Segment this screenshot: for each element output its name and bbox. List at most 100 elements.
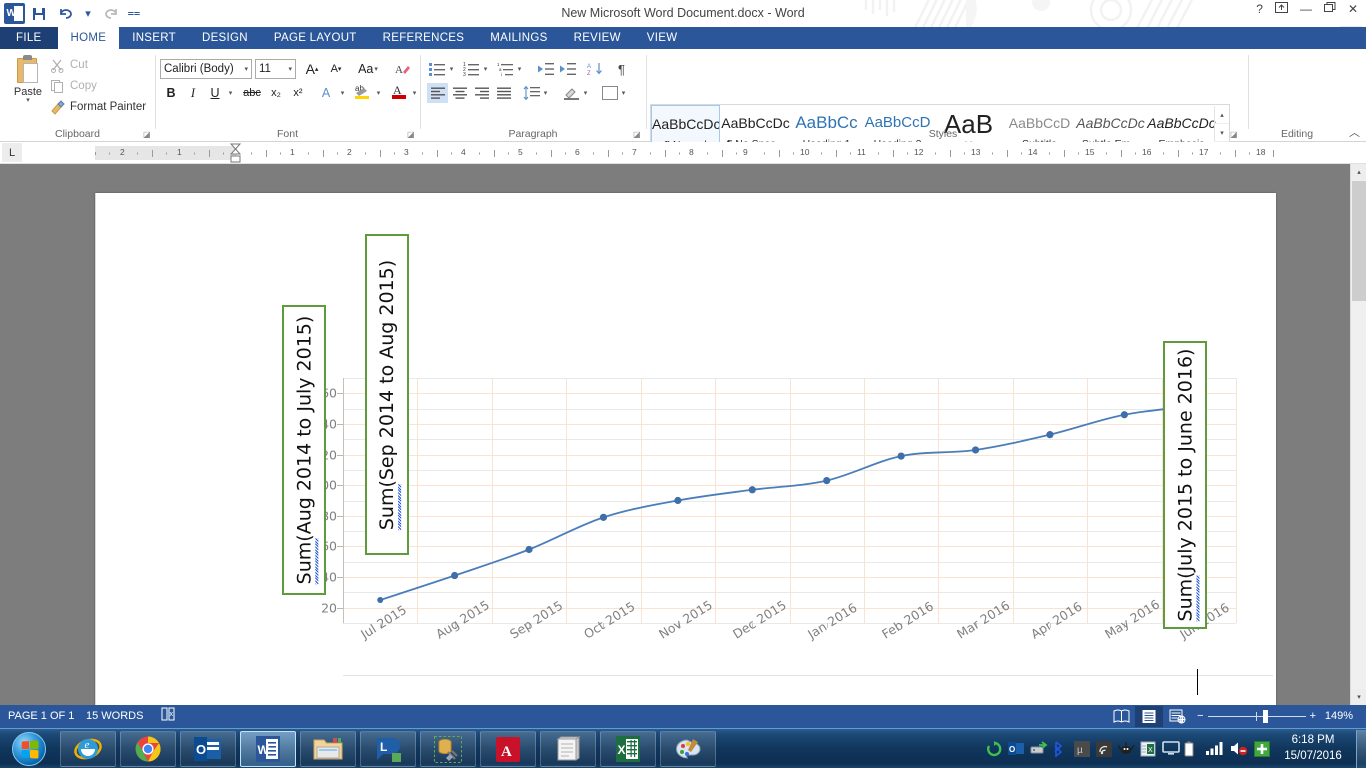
numbering-dropdown-icon[interactable]: ▾ [479,59,491,79]
data-point[interactable] [748,486,756,494]
taskbar-internet-explorer[interactable]: e [60,731,116,767]
decrease-indent-icon[interactable] [535,59,556,79]
volume-muted-icon[interactable] [1230,741,1248,757]
taskbar-word[interactable]: W [240,731,296,767]
tab-references[interactable]: REFERENCES [370,27,478,49]
justify-icon[interactable] [493,83,514,103]
data-point[interactable] [599,513,608,521]
taskbar-notepad[interactable] [540,731,596,767]
paragraph-dialog-launcher[interactable]: ◪ [633,130,642,139]
data-point[interactable] [525,545,533,554]
scroll-up-icon[interactable]: ▴ [1351,164,1366,180]
align-center-icon[interactable] [449,83,470,103]
chevron-down-icon[interactable]: ▾ [288,60,292,80]
scrollbar-thumb[interactable] [1352,181,1366,301]
help-button[interactable]: ? [1256,2,1263,16]
excel-tray-icon[interactable]: X [1140,741,1156,757]
taskbar-adobe-reader[interactable]: A [480,731,536,767]
taskbar-google-chrome[interactable] [120,731,176,767]
show-desktop-button[interactable] [1356,730,1366,768]
highlight-button[interactable]: ab [352,81,374,101]
scroll-down-icon[interactable]: ▾ [1351,689,1366,705]
tab-page-layout[interactable]: PAGE LAYOUT [261,27,370,49]
print-layout-icon[interactable] [1135,706,1164,727]
clear-formatting-icon[interactable]: A [392,59,414,79]
restore-button[interactable] [1323,2,1336,16]
tab-file[interactable]: FILE [0,27,58,49]
zoom-level[interactable]: 149% [1316,705,1362,728]
bold-button[interactable]: B [162,83,180,103]
data-point[interactable] [1120,411,1128,419]
tab-mailings[interactable]: MAILINGS [477,27,560,49]
underline-dropdown-icon[interactable]: ▾ [224,83,236,103]
format-painter-button[interactable]: Format Painter [50,97,146,117]
annotation-box-1[interactable]: Sum(Aug 2014 to July 2015) [282,305,326,595]
line-spacing-dropdown-icon[interactable]: ▾ [539,83,551,103]
font-color-dropdown-icon[interactable]: ▾ [408,83,420,103]
update-icon[interactable] [1254,741,1270,757]
proofing-errors-icon[interactable]: x [160,705,176,728]
battery-icon[interactable] [1184,741,1200,757]
annotation-box-2[interactable]: Sum(Sep 2014 to Aug 2015) [365,234,409,555]
read-mode-icon[interactable] [1107,706,1135,727]
align-right-icon[interactable] [471,83,492,103]
taskbar-outlook[interactable]: O [180,731,236,767]
horizontal-ruler[interactable]: 2 1 1 2 3 4 5 6 7 8 9 10 11 12 13 14 15 … [95,143,1275,163]
taskbar-file-explorer[interactable] [300,731,356,767]
tab-view[interactable]: VIEW [634,27,691,49]
tab-design[interactable]: DESIGN [189,27,261,49]
zoom-thumb[interactable] [1262,710,1268,723]
taskbar-excel[interactable]: X [600,731,656,767]
clock[interactable]: 6:18 PM 15/07/2016 [1276,732,1350,764]
data-point[interactable] [1046,431,1054,439]
data-point[interactable] [897,452,905,460]
vertical-scrollbar[interactable]: ▴ ▾ [1350,164,1366,705]
font-name-combo[interactable]: Calibri (Body) ▾ [160,59,252,79]
borders-dropdown-icon[interactable]: ▾ [617,83,629,103]
shading-dropdown-icon[interactable]: ▾ [579,83,591,103]
underline-button[interactable]: U [206,83,224,103]
align-left-icon[interactable] [427,83,448,103]
subscript-button[interactable]: x₂ [266,83,286,103]
zoom-out-button[interactable]: − [1197,705,1203,728]
minimize-button[interactable]: — [1300,2,1312,16]
cut-button[interactable]: Cut [50,55,88,75]
sync-icon[interactable] [986,741,1002,757]
web-layout-icon[interactable] [1163,706,1191,727]
bluetooth-icon[interactable] [1052,741,1068,758]
page-indicator[interactable]: PAGE 1 OF 1 [8,705,74,728]
utorrent-icon[interactable]: µ [1074,741,1090,757]
styles-dialog-launcher[interactable]: ◪ [1230,130,1239,139]
sort-icon[interactable]: AZ [585,59,606,79]
taskbar-lync[interactable]: L [360,731,416,767]
bullets-dropdown-icon[interactable]: ▾ [445,59,457,79]
paste-dropdown-icon[interactable]: ▾ [8,97,48,104]
data-point[interactable] [823,476,831,485]
taskbar-paint[interactable] [660,731,716,767]
collapse-ribbon-icon[interactable]: ︿ [1349,124,1360,140]
ribbon-display-options-icon[interactable] [1274,2,1288,16]
font-dialog-launcher[interactable]: ◪ [407,130,416,139]
indent-markers[interactable] [229,143,243,165]
data-point[interactable] [971,446,980,454]
zoom-slider[interactable] [1207,705,1306,728]
multilevel-dropdown-icon[interactable]: ▾ [513,59,525,79]
wifi-signal-icon[interactable] [1096,741,1112,757]
shrink-font-button[interactable]: A ▾ [326,59,346,79]
superscript-button[interactable]: x² [288,83,308,103]
chevron-down-icon[interactable]: ▾ [244,60,248,80]
change-case-button[interactable]: Aa ▾ [353,59,383,79]
tab-home[interactable]: HOME [57,27,120,49]
paste-button[interactable]: Paste ▾ [8,53,48,115]
word-count[interactable]: 15 WORDS [86,705,143,728]
clipboard-dialog-launcher[interactable]: ◪ [143,130,152,139]
tab-review[interactable]: REVIEW [561,27,634,49]
start-button[interactable] [2,730,56,768]
taskbar-sql-tools[interactable] [420,731,476,767]
copy-button[interactable]: Copy [50,76,97,96]
increase-indent-icon[interactable] [557,59,578,79]
show-formatting-marks-button[interactable]: ¶ [611,59,632,79]
highlight-dropdown-icon[interactable]: ▾ [372,83,384,103]
italic-button[interactable]: I [184,83,202,103]
data-point[interactable] [377,597,384,604]
